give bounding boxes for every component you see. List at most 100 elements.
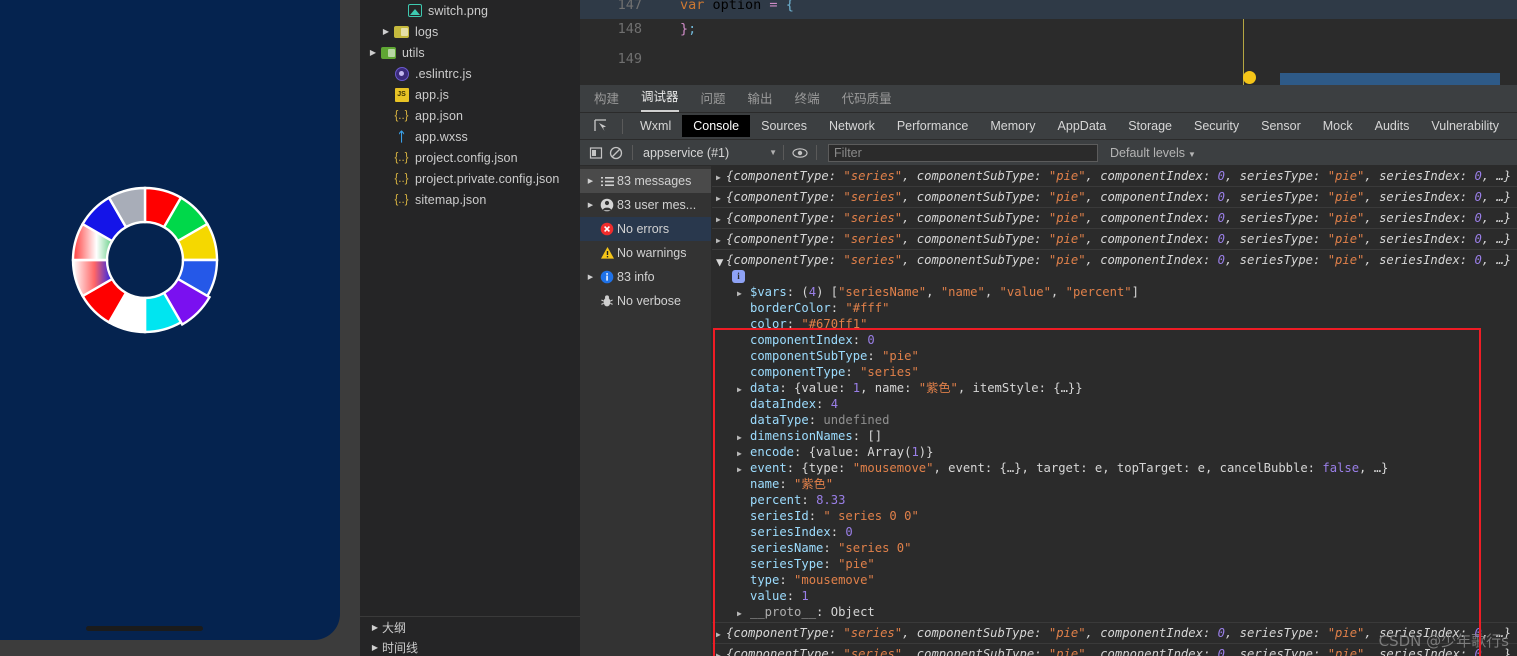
- object-property-encode[interactable]: ▶ encode: {value: Array(1)}: [726, 444, 1517, 460]
- tree-item-app-wxss[interactable]: ▶ᛏapp.wxss: [360, 126, 580, 147]
- divider: [783, 145, 784, 160]
- console-sidebar[interactable]: ▶83 messages▶83 user mes...▶No errors▶No…: [580, 166, 712, 656]
- tree-item-project-config-json[interactable]: ▶{..}project.config.json: [360, 147, 580, 168]
- tab-console[interactable]: Console: [682, 115, 751, 137]
- console-sidebar-item-83-messages[interactable]: ▶ 83 messages: [580, 169, 711, 193]
- tab-wxml[interactable]: Wxml: [629, 115, 682, 137]
- chevron-right-icon[interactable]: ▶: [716, 212, 721, 228]
- object-property--proto-[interactable]: ▶ __proto__: Object: [726, 604, 1517, 620]
- object-property-componentsubtype: componentSubType: "pie": [750, 349, 919, 363]
- tree-item-sitemap-json[interactable]: ▶{..}sitemap.json: [360, 189, 580, 210]
- clear-console-icon[interactable]: [606, 143, 626, 163]
- console-sidebar-item-no-verbose[interactable]: ▶No verbose: [580, 289, 711, 313]
- tab-appdata[interactable]: AppData: [1047, 115, 1118, 137]
- cn-tab-构建[interactable]: 构建: [594, 88, 619, 112]
- tree-item-utils[interactable]: ▶ utils: [360, 42, 580, 63]
- console-log-row[interactable]: ▶ {componentType: "series", componentSubT…: [712, 644, 1517, 656]
- object-property-data[interactable]: ▶ data: {value: 1, name: "紫色", itemStyle:…: [726, 380, 1517, 396]
- tab-audits[interactable]: Audits: [1364, 115, 1421, 137]
- chevron-down-icon: ▼: [769, 148, 777, 157]
- tree-item-app-js[interactable]: ▶JSapp.js: [360, 84, 580, 105]
- execution-context-select[interactable]: appservice (#1) ▼: [643, 146, 777, 160]
- tab-security[interactable]: Security: [1183, 115, 1250, 137]
- tree-item-label: .eslintrc.js: [415, 66, 472, 81]
- panel-timeline[interactable]: ▶ 时间线: [360, 637, 580, 656]
- cn-tab-输出[interactable]: 输出: [748, 88, 773, 112]
- tree-item-project-private-config-json[interactable]: ▶{..}project.private.config.json: [360, 168, 580, 189]
- chevron-down-icon: ▼: [1188, 149, 1196, 159]
- line-number: 148: [617, 21, 642, 37]
- console-sidebar-item-83-user-mes-[interactable]: ▶ 83 user mes...: [580, 193, 711, 217]
- object-property-dimensionnames[interactable]: ▶ dimensionNames: []: [726, 428, 1517, 444]
- panel-outline[interactable]: ▶ 大纲: [360, 617, 580, 637]
- cn-tab-调试器[interactable]: 调试器: [641, 86, 679, 112]
- chevron-right-icon[interactable]: ▶: [379, 21, 393, 42]
- property-key: $vars: [750, 285, 787, 299]
- property-key: seriesType: [750, 557, 824, 571]
- chevron-right-icon[interactable]: ▶: [716, 233, 721, 249]
- chevron-right-icon[interactable]: ▶: [716, 170, 721, 186]
- tree-item-app-json[interactable]: ▶{..}app.json: [360, 105, 580, 126]
- tab-mock[interactable]: Mock: [1312, 115, 1364, 137]
- tab-vulnerability[interactable]: Vulnerability: [1420, 115, 1510, 137]
- chevron-right-icon[interactable]: ▶: [584, 201, 597, 209]
- file-explorer[interactable]: ▶switch.png▶logs▶utils▶.eslintrc.js▶JSap…: [360, 0, 580, 616]
- sidebar-toggle-icon[interactable]: [586, 143, 606, 163]
- chevron-right-icon[interactable]: ▶: [366, 42, 380, 63]
- chevron-right-icon[interactable]: ▶: [584, 177, 597, 185]
- expanded-log-entry[interactable]: ▼ {componentType: "series", componentSub…: [712, 250, 1517, 623]
- inspect-element-icon[interactable]: [590, 117, 612, 136]
- console-filter-input[interactable]: [828, 143, 1098, 162]
- chevron-right-icon[interactable]: ▶: [584, 273, 597, 281]
- chevron-right-icon[interactable]: ▶: [716, 191, 721, 207]
- log-level-select[interactable]: Default levels ▼: [1110, 146, 1196, 160]
- live-expression-eye-icon[interactable]: [790, 143, 810, 163]
- object-property--vars[interactable]: ▶ $vars: (4) ["seriesName", "name", "valu…: [726, 284, 1517, 300]
- tab-memory[interactable]: Memory: [979, 115, 1046, 137]
- tab-performance[interactable]: Performance: [886, 115, 980, 137]
- cn-tab-问题[interactable]: 问题: [701, 88, 726, 112]
- code-editor[interactable]: 147 var option = { 148 }; 149: [580, 0, 1517, 85]
- console-sidebar-label: 83 messages: [617, 174, 692, 188]
- cn-tab-代码质量[interactable]: 代码质量: [842, 88, 892, 112]
- tab-sensor[interactable]: Sensor: [1250, 115, 1312, 137]
- console-sidebar-item-no-errors[interactable]: ▶No errors: [580, 217, 711, 241]
- console-log-list[interactable]: ▶ {componentType: "series", componentSubT…: [712, 166, 1517, 656]
- tree-item-logs[interactable]: ▶ logs: [360, 21, 580, 42]
- object-property-seriesid: seriesId: " series 0 0": [750, 509, 919, 523]
- cursor-select-icon: [594, 119, 606, 131]
- folder-yellow-icon: [393, 24, 410, 39]
- tab-sources[interactable]: Sources: [750, 115, 818, 137]
- console-sidebar-item-no-warnings[interactable]: ▶No warnings: [580, 241, 711, 265]
- breakpoint-icon[interactable]: [1243, 71, 1256, 84]
- tab-storage[interactable]: Storage: [1117, 115, 1183, 137]
- donut-chart[interactable]: [65, 180, 225, 340]
- property-value: "#670ff1": [801, 317, 868, 331]
- property-key: percent: [750, 493, 802, 507]
- chevron-right-icon[interactable]: ▶: [737, 606, 742, 622]
- object-property-event[interactable]: ▶ event: {type: "mousemove", event: {…}, …: [726, 460, 1517, 476]
- console-sidebar-item-83-info[interactable]: ▶ 83 info: [580, 265, 711, 289]
- console-sidebar-label: No warnings: [617, 246, 687, 260]
- tree-item-label: sitemap.json: [415, 192, 487, 207]
- console-log-row[interactable]: ▶ {componentType: "series", componentSubT…: [712, 229, 1517, 250]
- property-key: name: [750, 477, 780, 491]
- info-icon: [597, 270, 617, 284]
- tab-network[interactable]: Network: [818, 115, 886, 137]
- property-value: "mousemove": [794, 573, 875, 587]
- tree-item--eslintrc-js[interactable]: ▶.eslintrc.js: [360, 63, 580, 84]
- code-text: };: [680, 21, 697, 37]
- cn-tab-终端[interactable]: 终端: [795, 88, 820, 112]
- tree-item-label: app.js: [415, 87, 449, 102]
- console-log-row[interactable]: ▶ {componentType: "series", componentSubT…: [712, 208, 1517, 229]
- json-icon: {..}: [394, 193, 409, 206]
- chevron-right-icon[interactable]: ▶: [716, 627, 721, 643]
- simulator-canvas: [0, 0, 340, 640]
- chevron-right-icon[interactable]: ▶: [716, 648, 721, 656]
- console-log-row[interactable]: ▶ {componentType: "series", componentSubT…: [712, 623, 1517, 644]
- divider: [622, 118, 623, 134]
- console-log-row[interactable]: ▶ {componentType: "series", componentSubT…: [712, 187, 1517, 208]
- chevron-down-icon[interactable]: ▼: [716, 254, 723, 270]
- console-log-row[interactable]: ▶ {componentType: "series", componentSubT…: [712, 166, 1517, 187]
- tree-item-switch-png[interactable]: ▶switch.png: [360, 0, 580, 21]
